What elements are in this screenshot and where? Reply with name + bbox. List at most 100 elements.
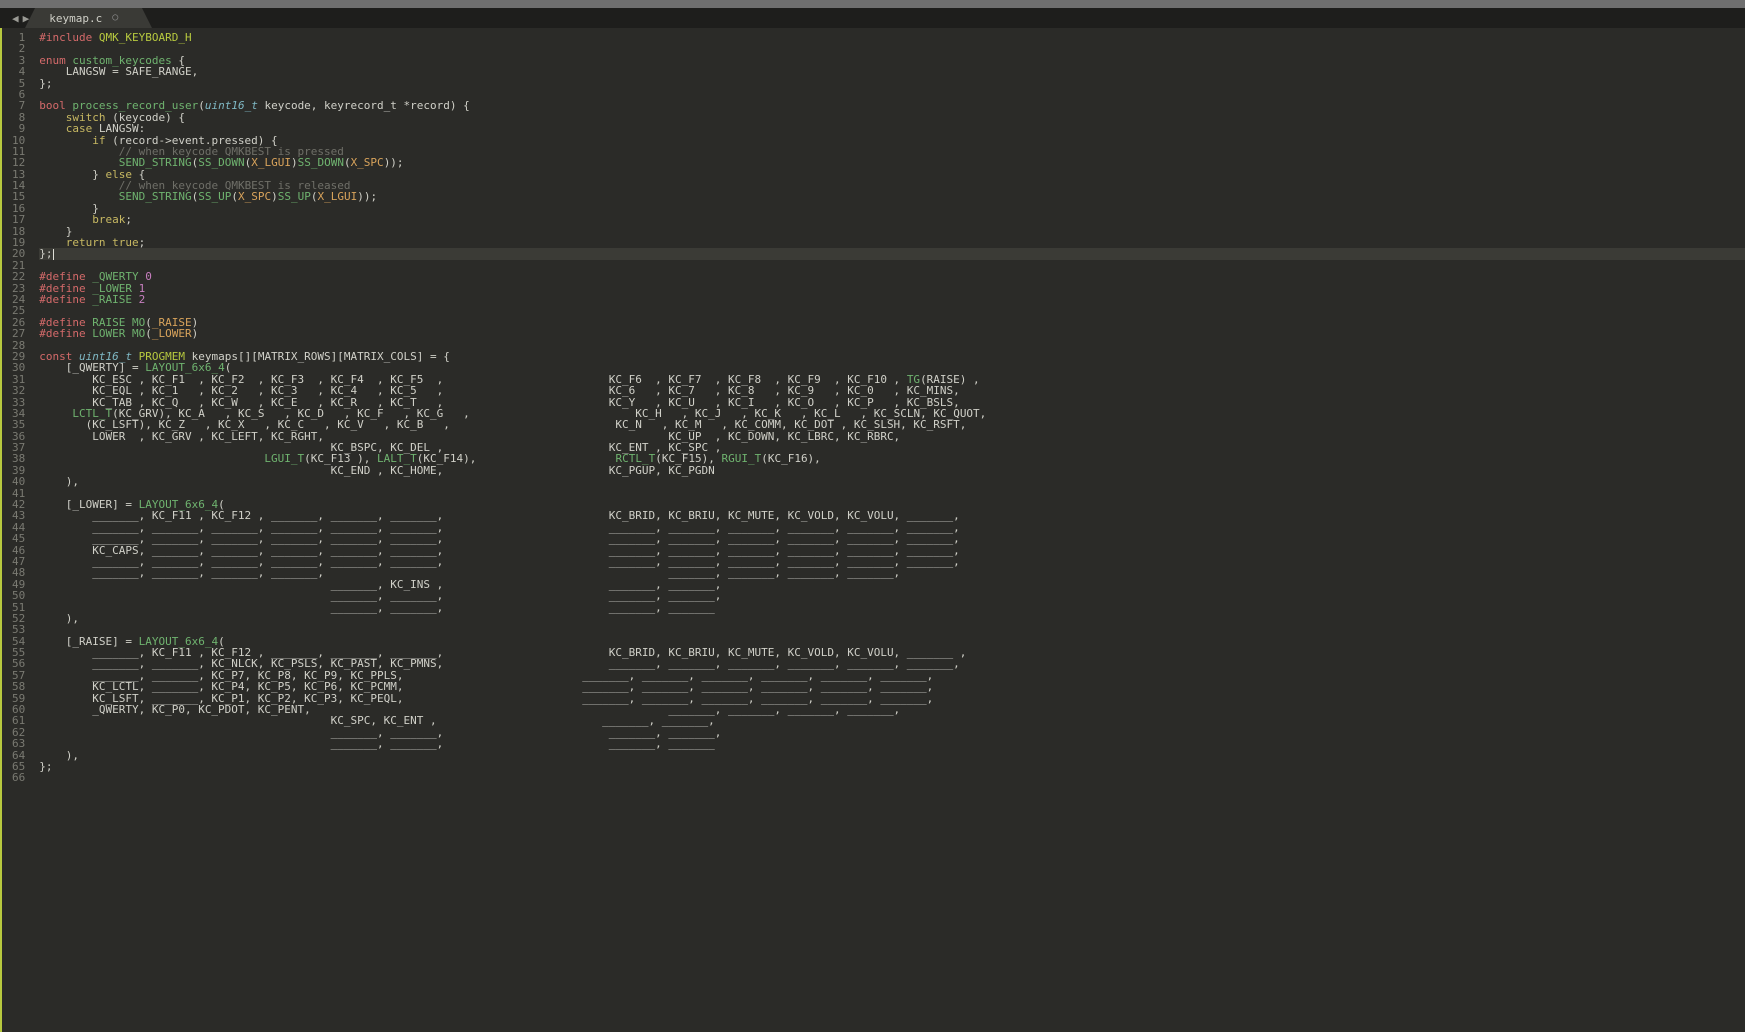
token: X_LGUI [317, 190, 357, 203]
code-line[interactable]: }; [39, 78, 1745, 89]
line-number: 17 [12, 214, 25, 225]
token: SS_DOWN [198, 156, 244, 169]
code-line[interactable]: KC_END , KC_HOME, KC_PGUP, KC_PGDN [39, 465, 1745, 476]
code-line[interactable]: ), [39, 750, 1745, 761]
token: SEND_STRING [119, 190, 192, 203]
token: keycode, keyrecord_t *record) { [258, 99, 470, 112]
token: RGUI_T [721, 452, 761, 465]
code-line[interactable]: _______, _______, _______, _______ [39, 738, 1745, 749]
code-line[interactable]: return true; [39, 237, 1745, 248]
code-line[interactable]: ), [39, 613, 1745, 624]
code-line[interactable] [39, 772, 1745, 783]
token: #include [39, 31, 92, 44]
token: KC_END , KC_HOME, KC_PGUP, KC_PGDN [39, 464, 715, 477]
code-line[interactable]: LANGSW = SAFE_RANGE, [39, 66, 1745, 77]
token: X_SPC [238, 190, 271, 203]
tab-dirty-icon: ○ [112, 13, 118, 23]
token: }; [39, 760, 52, 773]
token: ), [39, 475, 79, 488]
token: }; [39, 77, 52, 90]
code-line[interactable] [39, 624, 1745, 635]
code-line[interactable] [39, 488, 1745, 499]
code-line[interactable] [39, 305, 1745, 316]
line-number: 53 [12, 624, 25, 635]
line-number: 12 [12, 157, 25, 168]
editor: 1234567891011121314151617181920212223242… [0, 28, 1745, 1032]
token: X_SPC [351, 156, 384, 169]
code-line[interactable]: #define _QWERTY 0 [39, 271, 1745, 282]
code-line[interactable]: SEND_STRING(SS_UP(X_SPC)SS_UP(X_LGUI)); [39, 191, 1745, 202]
tab-keymap-c[interactable]: keymap.c ○ [35, 8, 142, 28]
line-number: 58 [12, 681, 25, 692]
token: 2 [139, 293, 146, 306]
code-line[interactable]: switch (keycode) { [39, 112, 1745, 123]
token: _RAISE [92, 293, 132, 306]
token: SS_UP [278, 190, 311, 203]
code-line[interactable]: } [39, 203, 1745, 214]
line-number-gutter: 1234567891011121314151617181920212223242… [0, 28, 33, 1032]
token: #define [39, 293, 85, 306]
token: ( [231, 190, 238, 203]
line-number: 30 [12, 362, 25, 373]
code-line[interactable]: }; [39, 248, 1745, 259]
token: #define [39, 327, 85, 340]
code-line[interactable]: _______, _______, _______, _______ [39, 602, 1745, 613]
code-line[interactable]: const uint16_t PROGMEM keymaps[][MATRIX_… [39, 351, 1745, 362]
window-titlebar [0, 0, 1745, 8]
line-number: 63 [12, 738, 25, 749]
code-line[interactable]: #define _LOWER 1 [39, 283, 1745, 294]
line-number: 45 [12, 533, 25, 544]
token: _______, _______, _______, _______ [39, 737, 715, 750]
code-area[interactable]: #include QMK_KEYBOARD_Henum custom_keyco… [33, 28, 1745, 1032]
token: true [112, 236, 139, 249]
token: ) [291, 156, 298, 169]
code-line[interactable]: break; [39, 214, 1745, 225]
code-line[interactable] [39, 43, 1745, 54]
token: ( [198, 99, 205, 112]
token: _LOWER [152, 327, 192, 340]
code-line[interactable]: #define LOWER MO(_LOWER) [39, 328, 1745, 339]
code-line[interactable]: ), [39, 476, 1745, 487]
token: ( [145, 327, 152, 340]
code-line[interactable] [39, 260, 1745, 271]
token: 0 [145, 270, 152, 283]
token: uint16_t [205, 99, 258, 112]
line-number: 50 [12, 590, 25, 601]
code-line[interactable]: SEND_STRING(SS_DOWN(X_LGUI)SS_DOWN(X_SPC… [39, 157, 1745, 168]
code-line[interactable]: #include QMK_KEYBOARD_H [39, 32, 1745, 43]
token: }; [39, 247, 52, 260]
token: ; [125, 213, 132, 226]
token: ( [344, 156, 351, 169]
code-line[interactable]: } [39, 226, 1745, 237]
token: ) [271, 190, 278, 203]
token: ), [39, 612, 79, 625]
token: (KC_F16), [761, 452, 821, 465]
token: LANGSW = SAFE_RANGE, [39, 65, 198, 78]
token: QMK_KEYBOARD_H [99, 31, 192, 44]
token: LOWER [92, 327, 125, 340]
token: MO [132, 327, 145, 340]
text-caret [53, 249, 54, 260]
line-number: 40 [12, 476, 25, 487]
code-line[interactable]: bool process_record_user(uint16_t keycod… [39, 100, 1745, 111]
token [125, 327, 132, 340]
code-line[interactable]: #define RAISE MO(_RAISE) [39, 317, 1745, 328]
line-number: 66 [12, 772, 25, 783]
nav-back-icon[interactable]: ◀ [12, 13, 19, 24]
code-line[interactable]: #define _RAISE 2 [39, 294, 1745, 305]
code-line[interactable]: }; [39, 761, 1745, 772]
line-number: 35 [12, 419, 25, 430]
token: SS_UP [198, 190, 231, 203]
tab-filename: keymap.c [49, 13, 102, 24]
line-number: 22 [12, 271, 25, 282]
line-number: 4 [12, 66, 25, 77]
token: ; [139, 236, 146, 249]
token: break [92, 213, 125, 226]
tab-bar: ◀ ▶ keymap.c ○ [0, 8, 1745, 28]
token [92, 31, 99, 44]
code-line[interactable]: enum custom_keycodes { [39, 55, 1745, 66]
line-number: 9 [12, 123, 25, 134]
code-line[interactable]: case LANGSW: [39, 123, 1745, 134]
token: _______, _______, _______, _______ [39, 601, 715, 614]
token: )); [357, 190, 377, 203]
